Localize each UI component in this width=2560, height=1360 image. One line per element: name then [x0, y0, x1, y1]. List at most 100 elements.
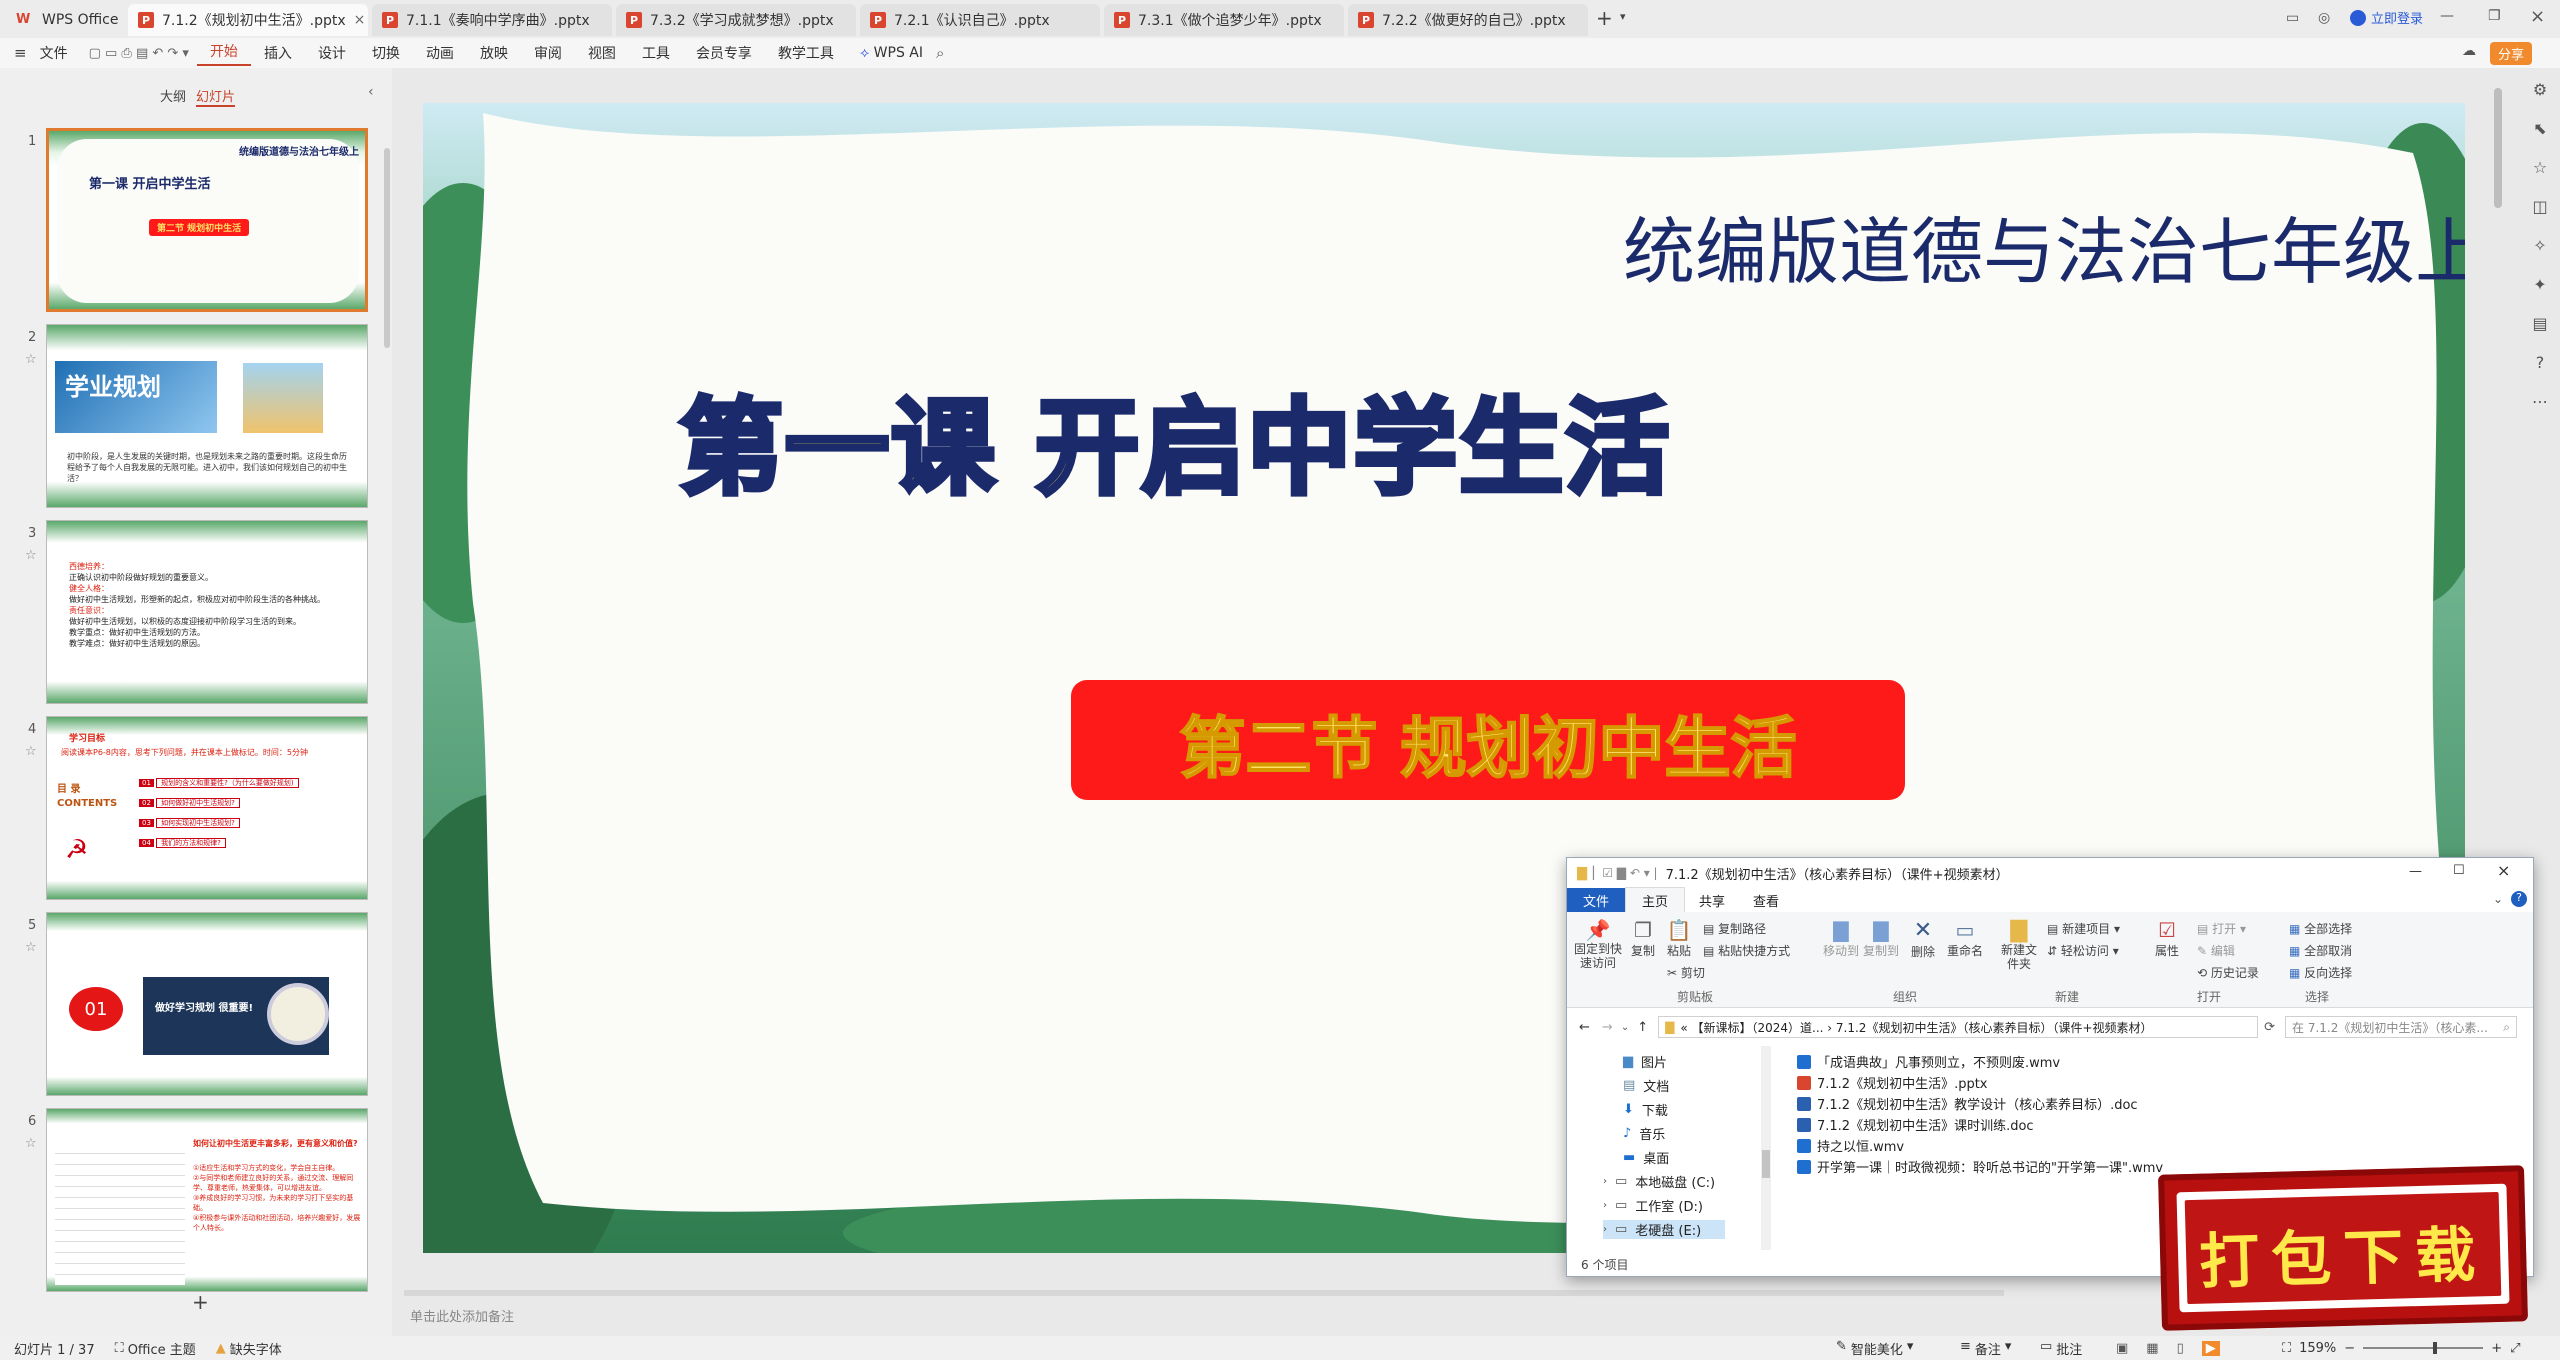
pin-quick-access-button[interactable]: 📌 固定到快速访问	[1573, 918, 1623, 970]
editor-scrollbar[interactable]	[2494, 88, 2502, 208]
collapse-panel-icon[interactable]: ‹	[368, 84, 374, 100]
theme-indicator[interactable]: ⛶ Office 主题	[115, 1339, 196, 1358]
slide-thumbnail[interactable]: 统编版道德与法治七年级上 第一课 开启中学生活 第二节 规划初中生活	[46, 128, 368, 312]
menu-animation[interactable]: 动画	[413, 43, 467, 63]
skin-icon[interactable]: ◎	[2318, 10, 2330, 26]
quick-toolbar[interactable]: ▢ ▭ ⎙ ▤ ↶ ↷ ▾	[81, 46, 197, 61]
login-button[interactable]: 立即登录	[2350, 8, 2423, 27]
slide-thumbnail[interactable]: 西德培养： 正确认识初中阶段做好规划的重要意义。 健全人格： 做好初中生活规划，…	[46, 520, 368, 704]
star-icon[interactable]: ☆	[25, 744, 37, 759]
tab-document[interactable]: P 7.1.1《奏响中学序曲》.pptx	[372, 4, 612, 36]
menu-member[interactable]: 会员专享	[683, 43, 765, 63]
maximize-button[interactable]: ☐	[2453, 863, 2465, 878]
ribbon-tab-view[interactable]: 查看	[1739, 888, 1793, 913]
menu-slideshow[interactable]: 放映	[467, 43, 521, 63]
paste-shortcut-button[interactable]: ▤ 粘贴快捷方式	[1703, 942, 1790, 959]
minimize-button[interactable]: —	[2440, 8, 2454, 24]
fit-icon[interactable]: ⛶	[2282, 1341, 2291, 1356]
file-item[interactable]: 7.1.2《规划初中生活》教学设计（核心素养目标）.doc	[1797, 1094, 2138, 1113]
slide-top-title[interactable]: 统编版道德与法治七年级上	[1623, 193, 2465, 298]
star-icon[interactable]: ☆	[25, 1136, 37, 1151]
paste-button[interactable]: 📋 粘贴	[1663, 918, 1695, 959]
menu-home[interactable]: 开始	[196, 41, 251, 66]
help-icon[interactable]: ?	[2511, 891, 2527, 907]
reading-view-icon[interactable]: ▯	[2177, 1341, 2184, 1356]
move-to-button[interactable]: ▇ 移动到	[1823, 918, 1859, 959]
help-icon[interactable]: ?	[2536, 353, 2545, 372]
refresh-icon[interactable]: ⟳	[2264, 1020, 2275, 1035]
star-icon[interactable]: ☆	[25, 548, 37, 563]
menu-wps-ai[interactable]: ⟡ WPS AI	[847, 45, 936, 61]
file-item[interactable]: 7.1.2《规划初中生活》.pptx	[1797, 1073, 1988, 1092]
add-slide-button[interactable]: +	[192, 1290, 209, 1314]
zoom-slider[interactable]	[2363, 1342, 2484, 1354]
shapes-icon[interactable]: ◫	[2532, 197, 2547, 216]
rename-button[interactable]: ▭ 重命名	[1945, 918, 1985, 959]
sorter-view-icon[interactable]: ▦	[2146, 1341, 2158, 1356]
notes-placeholder[interactable]: 单击此处添加备注	[410, 1306, 514, 1325]
file-item[interactable]: 持之以恒.wmv	[1797, 1136, 1904, 1155]
tab-document[interactable]: P 7.3.1《做个追梦少年》.pptx	[1104, 4, 1344, 36]
zoom-in-button[interactable]: +	[2491, 1341, 2502, 1356]
slide-thumbnail[interactable]: 01 做好学习规划 很重要!	[46, 912, 368, 1096]
open-button[interactable]: ▤ 打开 ▾	[2197, 920, 2246, 937]
address-bar[interactable]: ▇ « 【新课标】（2024）道... › 7.1.2《规划初中生活》（核心素养目…	[1658, 1016, 2259, 1038]
up-icon[interactable]: ↑	[1637, 1020, 1648, 1035]
tab-document[interactable]: P 7.1.2《规划初中生活》.pptx ×	[128, 4, 368, 36]
maximize-button[interactable]: ❐	[2488, 8, 2501, 24]
history-button[interactable]: ⟲ 历史记录	[2197, 964, 2259, 981]
cut-button[interactable]: ✂ 剪切	[1667, 964, 1705, 981]
document-icon[interactable]: ▤	[2532, 314, 2547, 333]
settings-icon[interactable]: ⚙	[2533, 80, 2547, 99]
copy-path-button[interactable]: ▤ 复制路径	[1703, 920, 1766, 937]
chevron-down-icon[interactable]: ⌄	[1621, 1022, 1629, 1033]
download-badge[interactable]: 打包下载	[2158, 1165, 2528, 1331]
close-icon[interactable]: ×	[354, 12, 366, 28]
new-item-button[interactable]: ▤ 新建项目 ▾	[2047, 920, 2120, 937]
slide-thumbnail[interactable]: 学业规划 初中阶段，是人生发展的关键时期，也是规划未来之路的重要时期。这段生命历…	[46, 324, 368, 508]
delete-button[interactable]: ✕ 删除	[1907, 918, 1939, 960]
thumbnail-scrollbar[interactable]	[384, 148, 390, 348]
comments-button[interactable]: ▭ 批注	[2040, 1339, 2082, 1358]
star-icon[interactable]: ☆	[2533, 158, 2547, 177]
ribbon-tab-share[interactable]: 共享	[1685, 888, 1739, 913]
minimize-button[interactable]: —	[2409, 864, 2422, 879]
effects-icon[interactable]: ✧	[2533, 236, 2546, 255]
search-input[interactable]: 在 7.1.2《规划初中生活》（核心素... ⌕	[2285, 1016, 2518, 1038]
slide-thumbnail[interactable]: 如何让初中生活更丰富多彩，更有意义和价值? ①适应生活和学习方式的变化，学会自主…	[46, 1108, 368, 1292]
notes-divider[interactable]	[404, 1290, 2004, 1296]
slide-lesson-title[interactable]: 第一课 开启中学生活	[676, 363, 1671, 514]
fit-window-icon[interactable]: ⤢	[2510, 1341, 2520, 1356]
menu-insert[interactable]: 插入	[251, 43, 305, 63]
file-item[interactable]: 7.1.2《规划初中生活》课时训练.doc	[1797, 1115, 2034, 1134]
magic-icon[interactable]: ✦	[2533, 275, 2546, 294]
tab-wps-office[interactable]: W WPS Office	[6, 4, 124, 36]
star-icon[interactable]: ☆	[25, 352, 37, 367]
chevron-down-icon[interactable]: ▾	[1620, 10, 1626, 23]
invert-selection-button[interactable]: ▦ 反向选择	[2289, 964, 2352, 981]
notes-button[interactable]: ≡ 备注 ▾	[1960, 1339, 2011, 1358]
tab-document[interactable]: P 7.2.1《认识自己》.pptx	[860, 4, 1100, 36]
select-none-button[interactable]: ▦ 全部取消	[2289, 942, 2352, 959]
back-icon[interactable]: ←	[1579, 1020, 1590, 1035]
chevron-down-icon[interactable]: ⌄	[2493, 892, 2503, 906]
new-tab-button[interactable]: +	[1596, 6, 1613, 30]
forward-icon[interactable]: →	[1602, 1020, 1613, 1035]
slide-section-title[interactable]: 第二节 规划初中生活	[1123, 695, 1853, 791]
quick-access-icons[interactable]: ▏☑ ▇ ↶ ▾ |	[1593, 866, 1658, 880]
properties-button[interactable]: ☑ 属性	[2151, 918, 2183, 959]
menu-teaching-tools[interactable]: 教学工具	[765, 43, 847, 63]
close-window-button[interactable]: ×	[2530, 6, 2545, 27]
zoom-out-button[interactable]: −	[2344, 1341, 2355, 1356]
close-button[interactable]: ×	[2497, 861, 2510, 880]
share-button[interactable]: 分享	[2490, 42, 2533, 65]
play-icon[interactable]: ▶	[2201, 1340, 2220, 1356]
tab-outline[interactable]: 大纲	[160, 86, 186, 105]
ribbon-tab-home[interactable]: 主页	[1625, 887, 1686, 913]
copy-to-button[interactable]: ▇ 复制到	[1863, 918, 1899, 959]
select-all-button[interactable]: ▦ 全部选择	[2289, 920, 2352, 937]
beautify-button[interactable]: ✎ 智能美化 ▾	[1836, 1339, 1913, 1358]
star-icon[interactable]: ☆	[25, 940, 37, 955]
hamburger-icon[interactable]: ≡	[14, 44, 27, 62]
new-folder-button[interactable]: ▇ 新建文件夹	[1999, 918, 2039, 971]
